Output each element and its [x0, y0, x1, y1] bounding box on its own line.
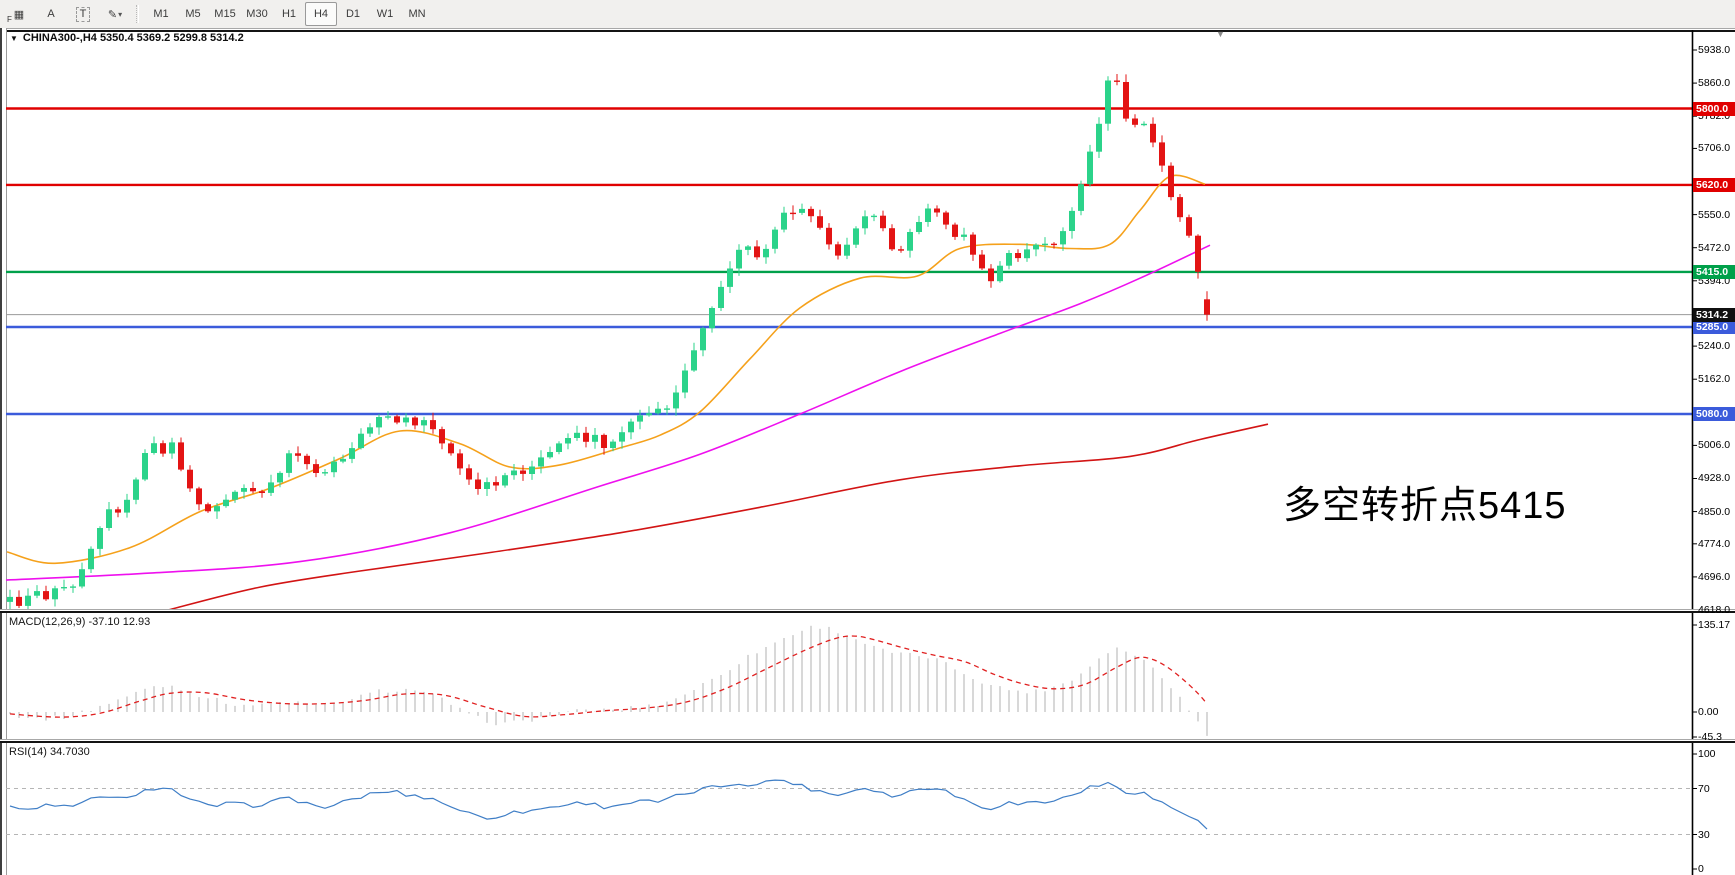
trading-platform-window: ▦FAT✎▾M1M5M15M30H1H4D1W1MN ▼ CHINA300-,H…: [0, 0, 1735, 875]
rsi-tick-label: 70: [1698, 783, 1710, 795]
price-tick-label: 4774.0: [1698, 538, 1730, 550]
price-tick-label: 4696.0: [1698, 571, 1730, 583]
price-tick-label: 5006.0: [1698, 439, 1730, 451]
macd-tick-label: -45.3: [1698, 731, 1722, 743]
chart-shift-marker-icon[interactable]: ▼: [1216, 30, 1225, 39]
price-tick-label: 5162.0: [1698, 373, 1730, 385]
hline-price-label: 5080.0: [1693, 407, 1735, 421]
price-tick-label: 5860.0: [1698, 77, 1730, 89]
chart-canvas[interactable]: [0, 0, 1735, 875]
price-tick-label: 5706.0: [1698, 142, 1730, 154]
macd-tick-label: 135.17: [1698, 619, 1730, 631]
price-tick-label: 4850.0: [1698, 506, 1730, 518]
macd-tick-label: 0.00: [1698, 706, 1718, 718]
rsi-tick-label: 30: [1698, 829, 1710, 841]
current-price-label: 5314.2: [1693, 308, 1735, 322]
annotation-text: 多空转折点5415: [1283, 474, 1567, 529]
hline-price-label: 5800.0: [1693, 102, 1735, 116]
symbol-dropdown-icon[interactable]: ▼: [10, 34, 18, 43]
main-macd-divider[interactable]: [0, 609, 1735, 613]
hline-price-label: 5620.0: [1693, 178, 1735, 192]
price-tick-label: 5938.0: [1698, 44, 1730, 56]
rsi-tick-label: 0: [1698, 863, 1704, 875]
chart-title: ▼ CHINA300-,H4 5350.4 5369.2 5299.8 5314…: [10, 32, 244, 44]
symbol-ohlc-text: CHINA300-,H4 5350.4 5369.2 5299.8 5314.2: [23, 32, 244, 44]
macd-indicator-label: MACD(12,26,9) -37.10 12.93: [9, 616, 150, 628]
rsi-tick-label: 100: [1698, 748, 1716, 760]
price-tick-label: 5240.0: [1698, 340, 1730, 352]
price-tick-label: 5472.0: [1698, 242, 1730, 254]
price-tick-label: 5550.0: [1698, 209, 1730, 221]
price-tick-label: 4928.0: [1698, 472, 1730, 484]
price-tick-label: 4618.0: [1698, 604, 1730, 616]
rsi-indicator-label: RSI(14) 34.7030: [9, 746, 90, 758]
macd-rsi-divider[interactable]: [0, 739, 1735, 743]
hline-price-label: 5285.0: [1693, 320, 1735, 334]
hline-price-label: 5415.0: [1693, 265, 1735, 279]
